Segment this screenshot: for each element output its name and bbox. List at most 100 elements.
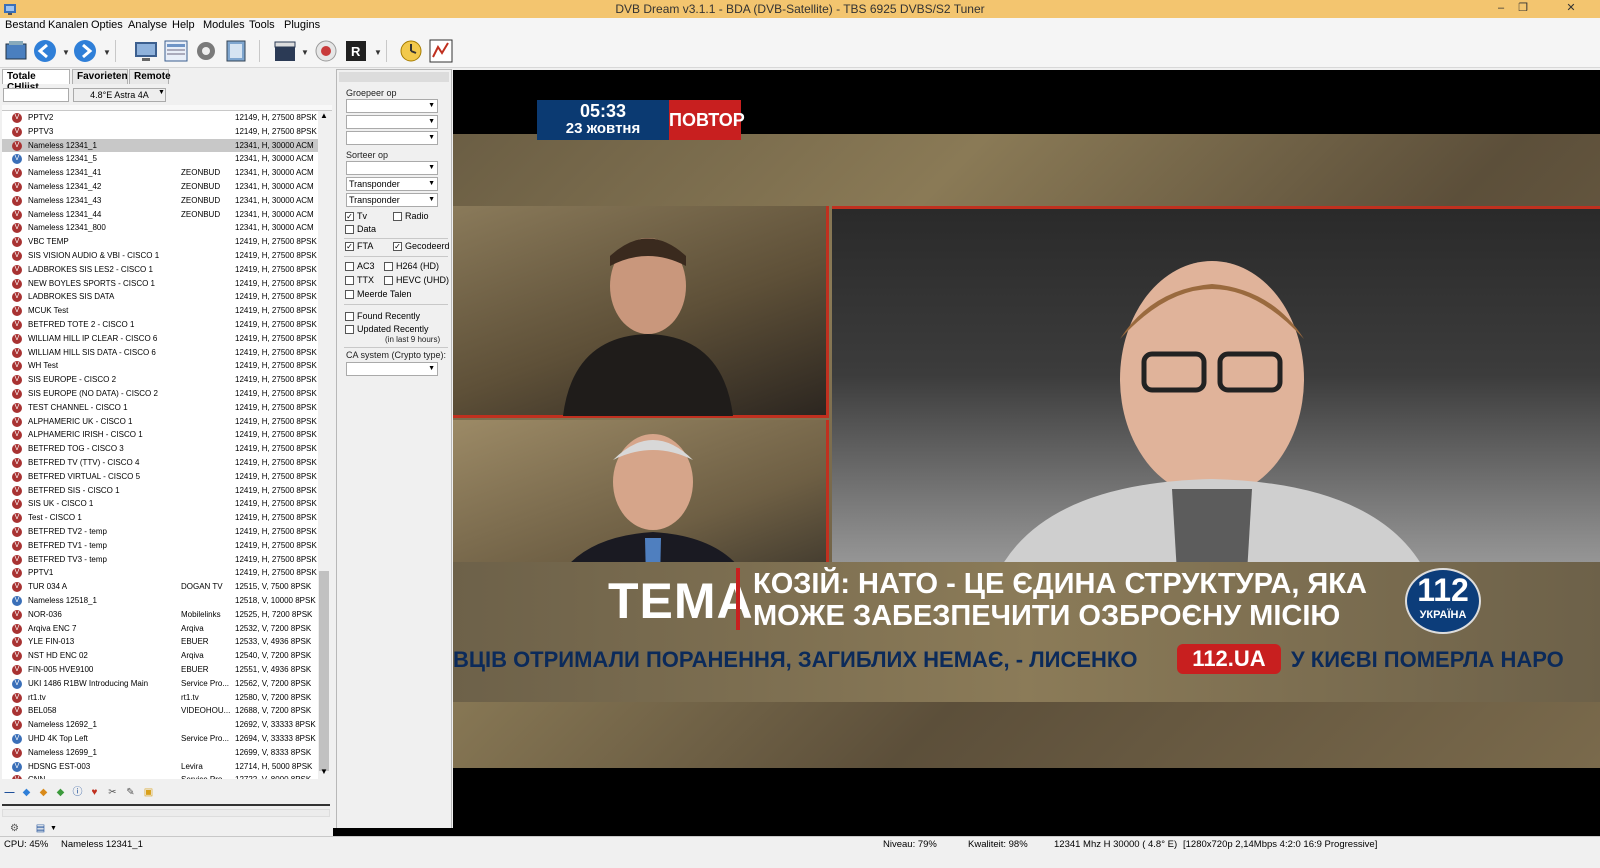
settings-gear-icon[interactable]: ⚙ <box>8 822 21 835</box>
clapperboard-dropdown-icon[interactable]: ▼ <box>301 48 309 57</box>
channel-row[interactable]: V NST HD ENC 02 Arqiva 12540, V, 7200 8PSK <box>2 649 318 663</box>
restore-button[interactable]: ❐ <box>1512 0 1534 18</box>
tab-totale-chlijst[interactable]: Totale CHlijst <box>2 69 70 93</box>
sort-by-select-2[interactable]: Transponder ▼ <box>346 177 438 191</box>
record-list-icon[interactable] <box>223 38 249 64</box>
minimize-button[interactable]: – <box>1490 0 1512 18</box>
channel-row[interactable]: V Nameless 12341_5 12341, H, 30000 ACM <box>2 152 318 166</box>
channel-row[interactable]: V LADBROKES SIS DATA 12419, H, 27500 8PSK <box>2 290 318 304</box>
channel-row[interactable]: V SIS UK - CISCO 1 12419, H, 27500 8PSK <box>2 497 318 511</box>
data-checkbox[interactable]: Data <box>345 224 376 236</box>
sort-by-select-1[interactable]: ▼ <box>346 161 438 175</box>
info-icon[interactable]: ⓘ <box>71 786 84 799</box>
record-icon[interactable] <box>313 38 339 64</box>
view-mode-icon[interactable]: ▤ <box>34 822 47 835</box>
channel-row[interactable]: V BETFRED TOTE 2 - CISCO 1 12419, H, 27500… <box>2 318 318 332</box>
shield-orange-icon[interactable]: ◆ <box>37 786 50 799</box>
favorite-heart-icon[interactable]: ♥ <box>88 786 101 799</box>
channel-row[interactable]: V BETFRED TV (TTV) - CISCO 4 12419, H, 275… <box>2 456 318 470</box>
coded-checkbox[interactable]: ✓ Gecodeerd <box>393 241 450 253</box>
recorder-icon[interactable]: R <box>343 38 369 64</box>
video-display[interactable]: 05:33 23 жовтня ПОВТОР ТЕМА КОЗІЙ: НАТО … <box>453 70 1600 828</box>
channel-row[interactable]: V BETFRED VIRTUAL - CISCO 5 12419, H, 2750… <box>2 470 318 484</box>
channel-row[interactable]: V Nameless 12699_1 12699, V, 8333 8PSK <box>2 746 318 760</box>
channel-row[interactable]: V BEL058 VIDEOHOU... 12688, V, 7200 8PSK <box>2 704 318 718</box>
back-icon[interactable] <box>32 38 58 64</box>
ttx-checkbox[interactable]: TTX <box>345 275 374 287</box>
channel-list-scrollbar[interactable]: ▲ ▼ <box>318 111 330 779</box>
shield-green-icon[interactable]: ◆ <box>54 786 67 799</box>
channel-row[interactable]: V ALPHAMERIC UK - CISCO 1 12419, H, 27500 … <box>2 415 318 429</box>
channel-row[interactable]: V Nameless 12518_1 12518, V, 10000 8PSK <box>2 594 318 608</box>
menu-analyse[interactable]: Analyse <box>128 19 167 31</box>
channel-row[interactable]: V TEST CHANNEL - CISCO 1 12419, H, 27500 8… <box>2 401 318 415</box>
horizontal-scrollbar[interactable] <box>2 809 330 817</box>
sort-by-select-3[interactable]: Transponder ▼ <box>346 193 438 207</box>
found-recently-checkbox[interactable]: Found Recently <box>345 311 420 323</box>
collapse-icon[interactable]: — <box>3 786 16 799</box>
monitor-icon[interactable] <box>133 38 159 64</box>
scrollbar-thumb[interactable] <box>319 571 329 771</box>
menu-kanalen[interactable]: Kanalen <box>48 19 88 31</box>
menu-help[interactable]: Help <box>172 19 195 31</box>
menu-tools[interactable]: Tools <box>249 19 275 31</box>
menu-plugins[interactable]: Plugins <box>284 19 320 31</box>
channel-row[interactable]: V WILLIAM HILL IP CLEAR - CISCO 6 12419, H… <box>2 332 318 346</box>
scroll-up-icon[interactable]: ▲ <box>320 111 328 120</box>
fta-checkbox[interactable]: ✓ FTA <box>345 241 373 253</box>
channel-row[interactable]: V PPTV3 12149, H, 27500 8PSK <box>2 125 318 139</box>
shield-blue-icon[interactable]: ◆ <box>20 786 33 799</box>
channel-list-icon[interactable] <box>3 38 29 64</box>
channel-row[interactable]: V Nameless 12341_42 ZEONBUD 12341, H, 30000… <box>2 180 318 194</box>
channel-row[interactable]: V UHD 4K Top Left Service Pro... 12694, V, … <box>2 732 318 746</box>
ca-system-select[interactable]: ▼ <box>346 362 438 376</box>
channel-row[interactable]: V CNNService Pro...12722, V, 8000 8PSK <box>2 773 318 779</box>
forward-dropdown-icon[interactable]: ▼ <box>103 48 111 57</box>
channel-row[interactable]: V SIS VISION AUDIO & VBI - CISCO 1 12419, … <box>2 249 318 263</box>
close-button[interactable]: ✕ <box>1546 0 1596 18</box>
channel-row[interactable]: V NEW BOYLES SPORTS - CISCO 1 12419, H, 27… <box>2 277 318 291</box>
view-mode-dropdown-icon[interactable]: ▼ <box>47 822 60 835</box>
channel-row[interactable]: V LADBROKES SIS LES2 - CISCO 1 12419, H, 2… <box>2 263 318 277</box>
menu-modules[interactable]: Modules <box>203 19 245 31</box>
channel-row[interactable]: V Test - CISCO 1 12419, H, 27500 8PSK <box>2 511 318 525</box>
scroll-down-icon[interactable]: ▼ <box>320 767 328 776</box>
multi-language-checkbox[interactable]: Meerde Talen <box>345 289 411 301</box>
channel-search-input[interactable] <box>3 88 69 102</box>
tv-checkbox[interactable]: ✓ Tv <box>345 211 367 223</box>
channel-row[interactable]: V Nameless 12341_800 12341, H, 30000 ACM <box>2 221 318 235</box>
channel-row[interactable]: V YLE FIN-013 EBUER 12533, V, 4936 8PSK <box>2 635 318 649</box>
signal-analyzer-icon[interactable] <box>428 38 454 64</box>
forward-icon[interactable] <box>72 38 98 64</box>
folder-icon[interactable]: ▣ <box>142 786 155 799</box>
tools-icon[interactable]: ✂ <box>106 786 119 799</box>
channel-row[interactable]: V SIS EUROPE (NO DATA) - CISCO 2 12419, H,… <box>2 387 318 401</box>
channel-row[interactable]: V MCUK Test 12419, H, 27500 8PSK <box>2 304 318 318</box>
channel-row[interactable]: V Nameless 12341_1 12341, H, 30000 ACM <box>2 138 318 153</box>
tab-favorieten[interactable]: Favorieten <box>72 69 128 84</box>
back-dropdown-icon[interactable]: ▼ <box>62 48 70 57</box>
channel-row[interactable]: V BETFRED TOG - CISCO 3 12419, H, 27500 8P… <box>2 442 318 456</box>
channel-row[interactable]: V Arqiva ENC 7 Arqiva 12532, V, 7200 8PSK <box>2 622 318 636</box>
settings-gear-icon[interactable] <box>193 38 219 64</box>
channel-row[interactable]: V PPTV2 12149, H, 27500 8PSK <box>2 111 318 125</box>
h264-checkbox[interactable]: H264 (HD) <box>384 261 439 273</box>
channel-row[interactable]: V VBC TEMP 12419, H, 27500 8PSK <box>2 235 318 249</box>
channel-row[interactable]: Vrt1.tv rt1.tv 12580, V, 7200 8PSK <box>2 691 318 705</box>
chevron-down-icon[interactable]: ▼ <box>158 89 165 96</box>
channel-row[interactable]: V WH Test 12419, H, 27500 8PSK <box>2 359 318 373</box>
satellite-select[interactable]: 4.8°E Astra 4A <box>73 88 166 102</box>
timer-clock-icon[interactable] <box>398 38 424 64</box>
channel-row[interactable]: V TUR 034 A DOGAN TV 12515, V, 7500 8PSK <box>2 580 318 594</box>
hevc-checkbox[interactable]: HEVC (UHD) <box>384 275 449 287</box>
channel-row[interactable]: V Nameless 12692_1 12692, V, 33333 8PSK <box>2 718 318 732</box>
group-by-select-2[interactable]: ▼ <box>346 115 438 129</box>
channel-row[interactable]: V UKI 1486 R1BW Introducing Main Service P… <box>2 677 318 691</box>
channel-row[interactable]: V BETFRED SIS - CISCO 1 12419, H, 27500 8P… <box>2 484 318 498</box>
menu-bestand[interactable]: Bestand <box>5 19 45 31</box>
channel-row[interactable]: V HDSNG EST-003 Levira 12714, H, 5000 8PSK <box>2 760 318 774</box>
channel-row[interactable]: V NOR-036 Mobilelinks 12525, H, 7200 8PSK <box>2 608 318 622</box>
channel-row[interactable]: V Nameless 12341_41 ZEONBUD 12341, H, 30000… <box>2 166 318 180</box>
epg-icon[interactable] <box>163 38 189 64</box>
channel-row[interactable]: V FIN-005 HVE9100 EBUER 12551, V, 4936 8PSK <box>2 663 318 677</box>
